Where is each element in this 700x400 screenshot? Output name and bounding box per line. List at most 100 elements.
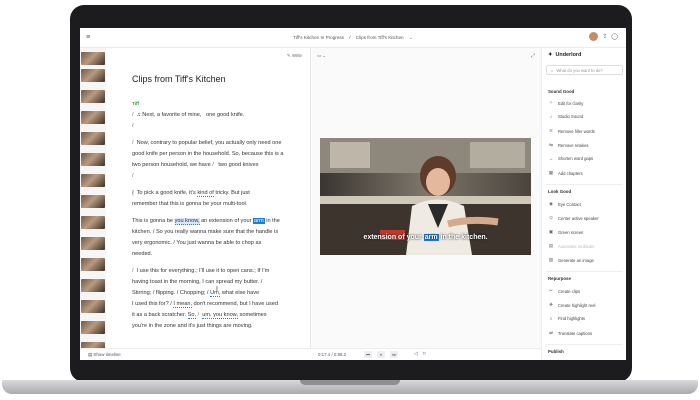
scene-thumbnail[interactable]	[81, 69, 105, 82]
transcript-line[interactable]: / To pick a good knife, it's kind of tric…	[132, 188, 302, 199]
show-timeline-toggle[interactable]: ▤ Show timeline	[88, 352, 121, 358]
transcript-line[interactable]: /	[132, 121, 302, 132]
scene-thumbnail[interactable]	[81, 111, 105, 124]
layout-dropdown[interactable]: ▭ ⌄	[317, 53, 326, 59]
transcript-line[interactable]: / ♫ Next, a favorite of mine, one good kn…	[132, 110, 302, 121]
transcript-line[interactable]: kitchen. / So you really wanna make sure…	[132, 227, 302, 238]
section-repurpose: Repurpose	[548, 276, 571, 281]
playback-controls: ⏮ ⏸ ⏭	[364, 351, 398, 358]
transcript-line[interactable]: / Now, contrary to popular belief, you ac…	[132, 138, 302, 149]
action-create-highlight-reel[interactable]: ❖ Create highlight reel	[548, 302, 596, 308]
scene-thumbnails	[80, 48, 106, 360]
pause-icon[interactable]: ⏸	[377, 351, 385, 358]
action-remove-filler-words[interactable]: ≋ Remove filler words	[548, 128, 595, 134]
skip-back-icon[interactable]: ⏮	[364, 351, 372, 358]
write-label: Write	[291, 53, 302, 58]
selected-word[interactable]: arm	[253, 218, 265, 224]
share-icon[interactable]: ⇪	[602, 33, 607, 40]
scene-thumbnail[interactable]	[81, 216, 105, 229]
transcript-line[interactable]: remember that this is gonna be your mult…	[132, 199, 302, 210]
scene-thumbnail[interactable]	[81, 321, 105, 334]
action-green-screen[interactable]: ▣ Green screen	[548, 229, 584, 235]
scene-thumbnail[interactable]	[81, 153, 105, 166]
action-translate-captions[interactable]: ⇄ Translate captions	[548, 330, 592, 336]
transcript-line[interactable]: it as a back scratcher. So, / um, you kno…	[132, 310, 302, 321]
action-eye-contact[interactable]: ◉ Eye Contact	[548, 201, 581, 207]
scene-thumbnail[interactable]	[81, 195, 105, 208]
chevron-down-icon: ⌄	[322, 53, 327, 58]
transcript[interactable]: / ♫ Next, a favorite of mine, one good kn…	[132, 110, 302, 332]
skip-forward-icon[interactable]: ⏭	[390, 351, 398, 358]
action-center-active-speaker[interactable]: ⊙ Center active speaker	[548, 215, 599, 221]
scene-thumbnail[interactable]	[81, 258, 105, 271]
script-editor[interactable]: ✎ Write Clips from Tiff's Kitchen Tiff /…	[106, 48, 310, 348]
action-shorten-word-gaps[interactable]: ↔ Shorten word gaps	[548, 156, 593, 161]
transcript-line[interactable]: /	[132, 171, 302, 182]
expand-icon[interactable]: ⤢	[531, 53, 535, 59]
video-caption: extension of your arm in the kitchen.	[363, 234, 488, 241]
transport-bar: ▤ Show timeline 0:17.4 / 0:58.2 ⏮ ⏸ ⏭ ◁ …	[80, 348, 541, 360]
time-separator: /	[331, 352, 333, 357]
volume-icon[interactable]: ◁	[414, 351, 418, 357]
chat-icon[interactable]: ◯	[611, 33, 618, 40]
preview-pane: ▭ ⌄ ⤢ extension of your arm in the kitch…	[311, 48, 541, 348]
breadcrumb-project[interactable]: Tiff's Kitchen In Progress	[293, 35, 344, 40]
transcript-line[interactable]: very ergonomic. / You just wanna be able…	[132, 238, 302, 249]
chapters-icon: ▦	[548, 170, 554, 175]
underlord-sidebar: ✦ Underlord ⌕ What do you want to do? So…	[541, 48, 626, 360]
transcript-line[interactable]: good knife per person in the household. …	[132, 149, 302, 160]
scene-thumbnail[interactable]	[81, 132, 105, 145]
transcript-line[interactable]: I used this for? / I mean, don't recomme…	[132, 299, 302, 310]
bookmark-icon[interactable]: ⌑	[423, 351, 426, 357]
text-cursor-icon: I	[216, 286, 218, 293]
app-screen: ≡ Tiff's Kitchen In Progress / Clips fro…	[80, 28, 626, 360]
scene-thumbnail[interactable]	[81, 237, 105, 250]
total-time: 0:58.2	[333, 352, 347, 357]
action-remove-retakes[interactable]: ⇆ Remove retakes	[548, 142, 588, 148]
green-screen-icon: ▣	[548, 229, 554, 234]
timeline-icon: ▤	[88, 352, 93, 357]
video-preview[interactable]: extension of your arm in the kitchen.	[320, 138, 531, 255]
search-placeholder: What do you want to do?	[556, 68, 603, 73]
sidebar-title: Underlord	[555, 52, 582, 58]
action-edit-for-clarity[interactable]: ✧ Edit for clarity	[548, 100, 583, 106]
scene-thumbnail[interactable]	[81, 174, 105, 187]
scene-thumbnail[interactable]	[81, 52, 105, 65]
section-divider	[546, 344, 623, 345]
transcript-line[interactable]: needed.	[132, 249, 302, 260]
action-add-chapters[interactable]: ▦ Add chapters	[548, 170, 583, 176]
breadcrumb-separator: /	[349, 35, 351, 40]
action-generate-an-image[interactable]: ▨ Generate an image	[548, 257, 594, 263]
document-title[interactable]: Clips from Tiff's Kitchen	[132, 74, 226, 84]
scene-thumbnail[interactable]	[81, 90, 105, 103]
write-button[interactable]: ✎ Write	[287, 53, 302, 59]
pen-icon: ✎	[286, 53, 291, 58]
action-automatic-multicam[interactable]: ▤ Automatic multicam	[548, 243, 595, 249]
scene-thumbnail[interactable]	[81, 300, 105, 313]
chevron-down-icon[interactable]: ⌄	[409, 35, 413, 40]
transcript-line[interactable]: you're in the zone and it's just things …	[132, 321, 302, 332]
translate-icon: ⇄	[549, 330, 553, 335]
transcript-line[interactable]: This is gonna be you know, an extension …	[132, 216, 302, 227]
transcript-line[interactable]: two person household, we have / two good…	[132, 160, 302, 171]
section-look-good: Look Good	[548, 189, 572, 194]
sidebar-search-input[interactable]: ⌕ What do you want to do?	[546, 65, 623, 75]
avatar[interactable]	[589, 32, 599, 41]
action-create-clips[interactable]: ✂ Create clips	[548, 288, 580, 294]
action-find-highlights[interactable]: ⌕ Find highlights	[548, 316, 585, 321]
scene-thumbnail[interactable]	[81, 279, 105, 292]
section-divider	[546, 184, 623, 185]
breadcrumb-document[interactable]: Clips from Tiff's Kitchen	[356, 35, 404, 40]
top-bar: ≡ Tiff's Kitchen In Progress / Clips fro…	[80, 28, 626, 48]
scissors-icon: ✂	[549, 288, 553, 293]
laptop-notch	[300, 380, 400, 385]
topbar-actions: ⇪ ◯	[589, 32, 618, 41]
section-divider	[546, 271, 623, 272]
speaker-label[interactable]: Tiff	[132, 101, 139, 106]
action-studio-sound[interactable]: ♪ Studio Sound	[548, 114, 583, 119]
filter-icon: ≋	[549, 128, 553, 133]
search-icon: ⌕	[551, 68, 554, 73]
sidebar-header: ✦ Underlord	[548, 52, 581, 58]
multicam-icon: ▤	[548, 243, 554, 248]
transcript-line[interactable]: / I use this for everything.; I'll use it…	[132, 266, 302, 277]
